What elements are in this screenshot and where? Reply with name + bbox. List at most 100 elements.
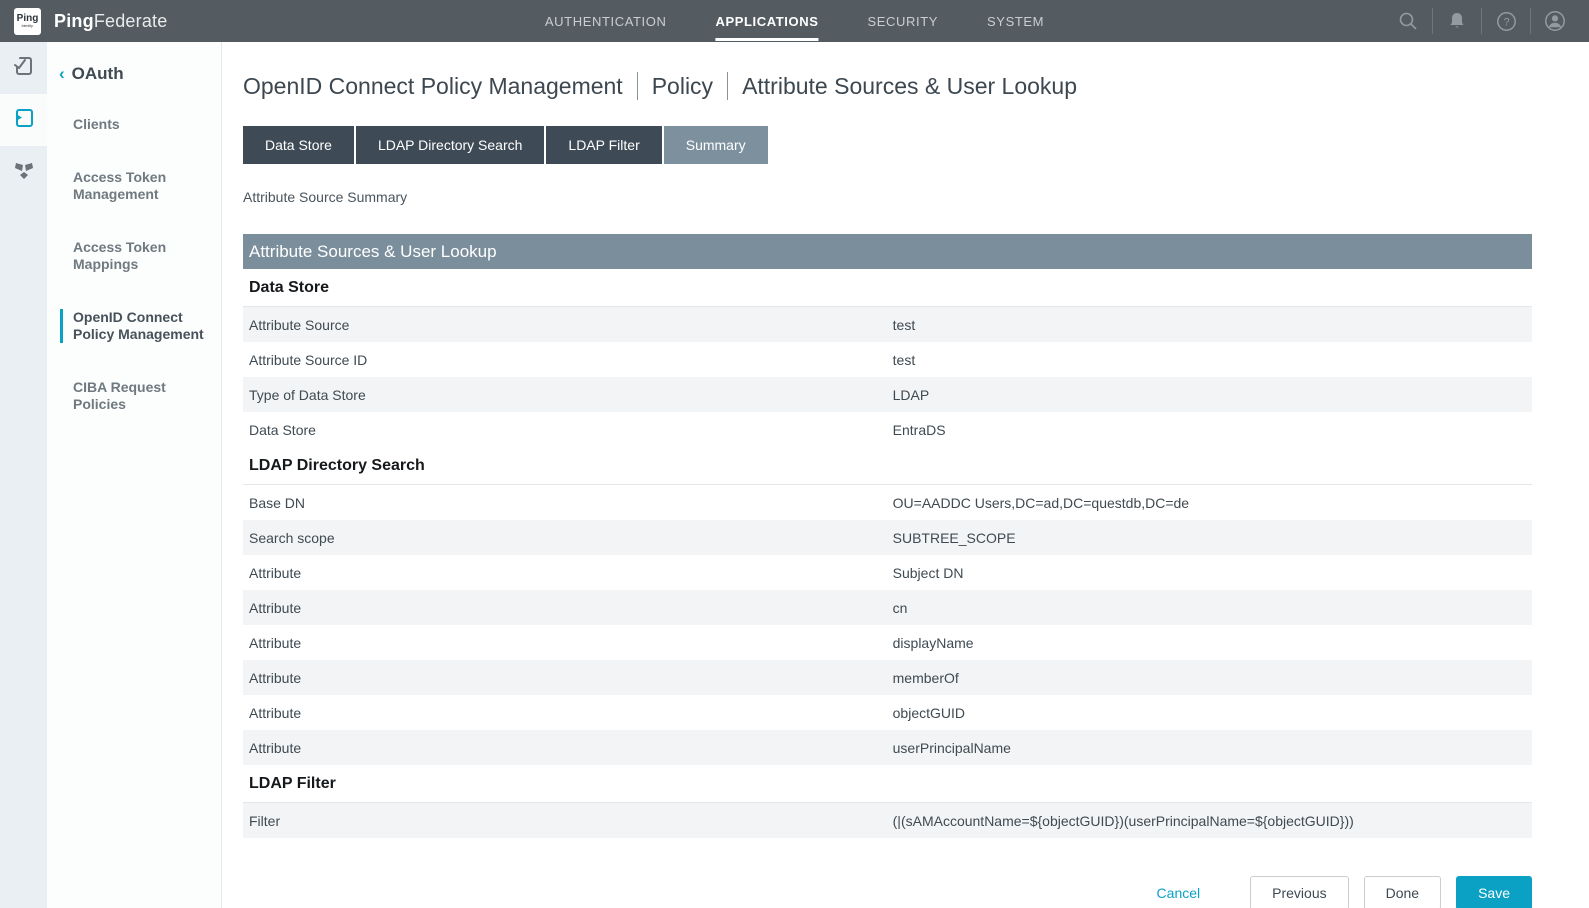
row-label: Data Store — [243, 422, 893, 438]
table-row: Type of Data StoreLDAP — [243, 377, 1532, 412]
ping-logo-subtext: Identity. — [22, 25, 34, 29]
row-label: Attribute Source ID — [243, 352, 893, 368]
breadcrumb-segment-attribute-sources-user-lookup: Attribute Sources & User Lookup — [742, 73, 1077, 100]
table-row: AttributeSubject DN — [243, 555, 1532, 590]
nav-applications[interactable]: APPLICATIONS — [715, 2, 818, 41]
breadcrumb: OpenID Connect Policy Management Policy At… — [243, 72, 1532, 100]
sidebar-back-label: OAuth — [72, 64, 124, 84]
summary-table: Attribute Sources & User Lookup Data Sto… — [243, 234, 1532, 838]
svg-text:?: ? — [1503, 16, 1509, 28]
header-icons: ? — [1384, 0, 1579, 42]
table-rows: Data StoreAttribute SourcetestAttribute … — [243, 269, 1532, 838]
row-label: Base DN — [243, 495, 893, 511]
rail-item-federation-shield-icon[interactable] — [0, 146, 47, 198]
row-value: cn — [893, 600, 1532, 616]
summary-label: Attribute Source Summary — [243, 189, 1532, 205]
cancel-link[interactable]: Cancel — [1157, 885, 1201, 901]
breadcrumb-separator — [727, 72, 728, 100]
row-value: LDAP — [893, 387, 1532, 403]
nav-authentication[interactable]: AUTHENTICATION — [545, 2, 667, 41]
row-value: test — [893, 317, 1532, 333]
sidebar-item-ciba-request-policies[interactable]: CIBA Request Policies — [60, 379, 205, 413]
row-label: Attribute — [243, 740, 893, 756]
top-nav: AUTHENTICATION APPLICATIONS SECURITY SYSTEM — [545, 0, 1044, 42]
sidebar-item-access-token-management[interactable]: Access Token Management — [60, 169, 205, 203]
wizard-tabs: Data StoreLDAP Directory SearchLDAP Filt… — [243, 126, 1532, 164]
row-label: Attribute — [243, 565, 893, 581]
icon-rail — [0, 42, 47, 908]
row-label: Search scope — [243, 530, 893, 546]
ping-logo: Ping Identity. — [14, 8, 41, 35]
table-row: AttributedisplayName — [243, 625, 1532, 660]
nav-system[interactable]: SYSTEM — [987, 2, 1044, 41]
breadcrumb-segment-policy: Policy — [652, 73, 713, 100]
help-icon[interactable]: ? — [1493, 8, 1519, 34]
rail-item-oauth-token-icon[interactable] — [0, 94, 47, 146]
table-header: Attribute Sources & User Lookup — [243, 234, 1532, 269]
row-label: Attribute — [243, 705, 893, 721]
row-value: EntraDS — [893, 422, 1532, 438]
rail-item-clients-check-icon[interactable] — [0, 42, 47, 94]
app-title: PingFederate — [54, 11, 167, 32]
header-divider — [1432, 8, 1433, 34]
table-row: AttributeobjectGUID — [243, 695, 1532, 730]
row-value: OU=AADDC Users,DC=ad,DC=questdb,DC=de — [893, 495, 1532, 511]
table-row: Attribute Sourcetest — [243, 307, 1532, 342]
row-value: SUBTREE_SCOPE — [893, 530, 1532, 546]
done-button[interactable]: Done — [1364, 876, 1441, 908]
app-header: Ping Identity. PingFederate AUTHENTICATI… — [0, 0, 1589, 42]
tab-data-store[interactable]: Data Store — [243, 126, 354, 164]
table-row: Data StoreEntraDS — [243, 412, 1532, 447]
row-label: Type of Data Store — [243, 387, 893, 403]
row-label: Attribute — [243, 670, 893, 686]
row-value: memberOf — [893, 670, 1532, 686]
sidebar-item-access-token-mappings[interactable]: Access Token Mappings — [60, 239, 205, 273]
table-section-ldap-filter: LDAP Filter — [243, 765, 1532, 803]
table-section-data-store: Data Store — [243, 269, 1532, 307]
header-divider — [1481, 8, 1482, 34]
oauth-token-icon — [11, 105, 37, 136]
row-label: Filter — [243, 813, 893, 829]
search-icon[interactable] — [1395, 8, 1421, 34]
app-title-federate: Federate — [94, 11, 168, 31]
row-label: Attribute — [243, 600, 893, 616]
table-row: Base DNOU=AADDC Users,DC=ad,DC=questdb,D… — [243, 485, 1532, 520]
row-value: test — [893, 352, 1532, 368]
sidebar-items: Clients Access Token Management Access Tok… — [47, 116, 221, 413]
row-label: Attribute Source — [243, 317, 893, 333]
row-value: objectGUID — [893, 705, 1532, 721]
user-icon[interactable] — [1542, 8, 1568, 34]
table-section-ldap-directory-search: LDAP Directory Search — [243, 447, 1532, 485]
save-button[interactable]: Save — [1456, 876, 1532, 908]
tab-summary[interactable]: Summary — [664, 126, 768, 164]
row-label: Attribute — [243, 635, 893, 651]
row-value: userPrincipalName — [893, 740, 1532, 756]
table-row: Filter(|(sAMAccountName=${objectGUID})(u… — [243, 803, 1532, 838]
sidebar: ‹ OAuth Clients Access Token Management Ac… — [47, 42, 222, 908]
table-row: AttributememberOf — [243, 660, 1532, 695]
row-value: displayName — [893, 635, 1532, 651]
row-value: Subject DN — [893, 565, 1532, 581]
row-value: (|(sAMAccountName=${objectGUID})(userPri… — [893, 813, 1532, 829]
tab-ldap-directory-search[interactable]: LDAP Directory Search — [356, 126, 544, 164]
tab-ldap-filter[interactable]: LDAP Filter — [546, 126, 661, 164]
notifications-icon[interactable] — [1444, 8, 1470, 34]
table-row: Search scopeSUBTREE_SCOPE — [243, 520, 1532, 555]
main-content: OpenID Connect Policy Management Policy At… — [222, 42, 1589, 908]
table-row: Attributecn — [243, 590, 1532, 625]
app-title-ping: Ping — [54, 11, 94, 31]
sidebar-item-clients[interactable]: Clients — [60, 116, 205, 133]
ping-logo-text: Ping — [17, 14, 39, 24]
breadcrumb-segment-openid-connect-policy-management: OpenID Connect Policy Management — [243, 73, 623, 100]
action-bar: Cancel Previous Done Save — [243, 876, 1532, 908]
sidebar-back-oauth[interactable]: ‹ OAuth — [47, 64, 221, 84]
nav-security[interactable]: SECURITY — [867, 2, 938, 41]
clients-check-icon — [11, 53, 37, 84]
federation-shield-icon — [12, 158, 36, 187]
header-divider — [1530, 8, 1531, 34]
chevron-left-icon: ‹ — [59, 64, 65, 84]
breadcrumb-separator — [637, 72, 638, 100]
sidebar-item-openid-connect-policy-management[interactable]: OpenID Connect Policy Management — [60, 309, 205, 343]
previous-button[interactable]: Previous — [1250, 876, 1348, 908]
table-row: Attribute Source IDtest — [243, 342, 1532, 377]
